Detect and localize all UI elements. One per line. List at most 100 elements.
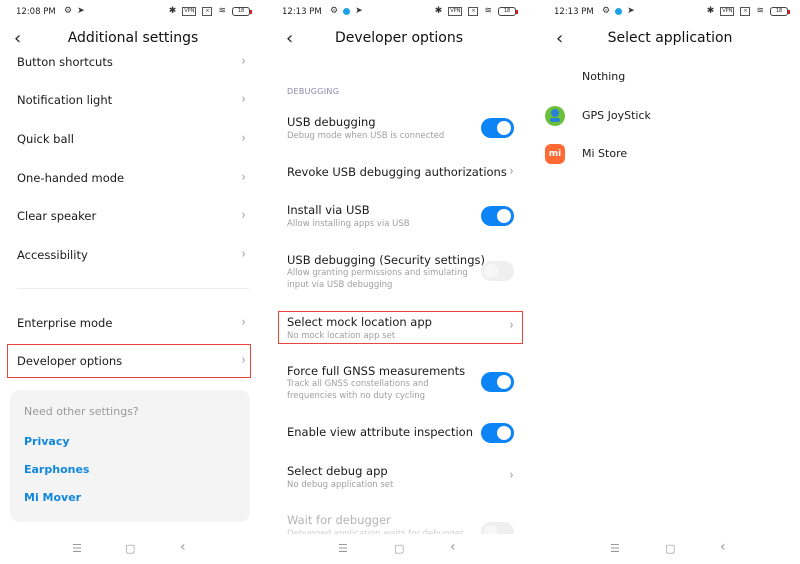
- option-usb-debugging[interactable]: USB debugging Debug mode when USB is con…: [266, 112, 532, 144]
- option-title: Force full GNSS measurements: [287, 364, 466, 378]
- divider: [17, 288, 249, 289]
- wifi-icon: ≋: [756, 6, 764, 16]
- alarm-off-icon: ⚙: [330, 6, 339, 16]
- home-icon[interactable]: ▢: [394, 542, 404, 555]
- menu-item-label: Quick ball: [17, 132, 74, 146]
- bluetooth-icon: ✱: [706, 6, 715, 16]
- option-subtitle: Allow granting permissions and simulatin…: [287, 268, 468, 290]
- nav-bar: ☰ ▢ ‹: [0, 534, 266, 564]
- link-privacy[interactable]: Privacy: [24, 435, 70, 448]
- option-revoke-usb-auth[interactable]: Revoke USB debugging authorizations ›: [266, 162, 532, 184]
- location-arrow-icon: ➤: [627, 6, 635, 16]
- option-subtitle: Track all GNSS constellations and freque…: [287, 379, 429, 401]
- menu-item-label: Clear speaker: [17, 209, 97, 223]
- home-icon[interactable]: ▢: [665, 542, 675, 555]
- nav-bar: ☰ ▢ ‹: [266, 534, 532, 564]
- option-subtitle: No debug application set: [287, 480, 394, 490]
- app-notification-icon: [615, 7, 623, 15]
- gps-joystick-icon: [545, 106, 565, 126]
- toggle-switch[interactable]: [481, 372, 514, 392]
- back-nav-icon[interactable]: ‹: [720, 539, 726, 555]
- toggle-switch[interactable]: [481, 118, 514, 138]
- page-title: Additional settings: [67, 30, 199, 46]
- location-arrow-icon: ➤: [355, 6, 363, 16]
- chevron-right-icon: ›: [509, 164, 514, 179]
- back-nav-icon[interactable]: ‹: [450, 539, 456, 555]
- menu-icon[interactable]: ☰: [72, 542, 82, 555]
- option-title: Enable view attribute inspection: [287, 425, 473, 439]
- menu-item-label: Accessibility: [17, 248, 88, 262]
- nav-bar: ☰ ▢ ‹: [532, 534, 800, 564]
- option-title: Install via USB: [287, 203, 370, 217]
- app-name: Nothing: [582, 70, 626, 83]
- select-application-screen: 12:13 PM ⚙ ➤ ✱ VPN × ≋ 18 ‹ Select appli…: [532, 0, 800, 564]
- app-option-gps-joystick[interactable]: GPS JoyStick: [532, 97, 800, 135]
- menu-item-accessibility[interactable]: Accessibility ›: [0, 245, 266, 267]
- back-nav-icon[interactable]: ‹: [180, 539, 186, 555]
- status-bar: 12:08 PM ⚙ ➤ ✱ VPN × ≋ 18: [0, 0, 266, 24]
- menu-item-clear-speaker[interactable]: Clear speaker ›: [0, 206, 266, 228]
- app-option-mi-store[interactable]: mi Mi Store: [532, 135, 800, 173]
- option-title: Select debug app: [287, 464, 388, 478]
- alarm-off-icon: ⚙: [64, 6, 73, 16]
- alarm-off-icon: ⚙: [602, 6, 611, 16]
- sim-icon: ×: [468, 6, 479, 16]
- highlight-box: [278, 311, 523, 344]
- vpn-icon: VPN: [448, 6, 463, 16]
- option-subtitle: Allow installing apps via USB: [287, 219, 410, 229]
- location-arrow-icon: ➤: [77, 6, 85, 16]
- option-install-via-usb[interactable]: Install via USB Allow installing apps vi…: [266, 200, 532, 232]
- battery-icon: 18: [232, 6, 252, 16]
- page-title: Developer options: [334, 30, 464, 46]
- menu-icon[interactable]: ☰: [338, 542, 348, 555]
- option-force-gnss[interactable]: Force full GNSS measurements Track all G…: [266, 361, 532, 405]
- option-title: Wait for debugger: [287, 513, 391, 527]
- option-select-debug-app[interactable]: Select debug app No debug application se…: [266, 461, 532, 493]
- status-time: 12:13 PM: [554, 7, 594, 17]
- battery-icon: 18: [770, 6, 790, 16]
- sim-icon: ×: [202, 6, 213, 16]
- option-view-attribute-inspection[interactable]: Enable view attribute inspection: [266, 422, 532, 444]
- menu-item-enterprise-mode[interactable]: Enterprise mode ›: [0, 313, 266, 335]
- status-bar: 12:13 PM ⚙ ➤ ✱ VPN × ≋ 18: [532, 0, 800, 24]
- bluetooth-icon: ✱: [434, 6, 443, 16]
- card-hint: Need other settings?: [24, 405, 139, 418]
- menu-item-notification-light[interactable]: Notification light ›: [0, 90, 266, 112]
- home-icon[interactable]: ▢: [125, 542, 135, 555]
- app-option-nothing[interactable]: Nothing: [532, 58, 800, 96]
- mi-store-icon: mi: [545, 144, 565, 164]
- menu-item-quick-ball[interactable]: Quick ball ›: [0, 129, 266, 151]
- chevron-right-icon: ›: [509, 468, 514, 483]
- chevron-right-icon: ›: [241, 170, 246, 185]
- menu-item-label: One-handed mode: [17, 171, 125, 185]
- wifi-icon: ≋: [484, 6, 492, 16]
- bluetooth-icon: ✱: [168, 6, 177, 16]
- toggle-switch[interactable]: [481, 423, 514, 443]
- menu-item-label: Enterprise mode: [17, 316, 113, 330]
- chevron-right-icon: ›: [241, 247, 246, 262]
- app-notification-icon: [343, 7, 351, 15]
- page-title: Select application: [607, 30, 733, 46]
- chevron-right-icon: ›: [241, 54, 246, 69]
- toggle-switch[interactable]: [481, 261, 514, 281]
- toggle-switch[interactable]: [481, 206, 514, 226]
- battery-icon: 18: [498, 6, 518, 16]
- option-usb-debugging-security[interactable]: USB debugging (Security settings) Allow …: [266, 250, 532, 294]
- chevron-right-icon: ›: [241, 208, 246, 223]
- menu-icon[interactable]: ☰: [610, 542, 620, 555]
- highlight-box: [7, 344, 251, 378]
- menu-item-one-handed-mode[interactable]: One-handed mode ›: [0, 168, 266, 190]
- wifi-icon: ≋: [218, 6, 226, 16]
- additional-settings-screen: 12:08 PM ⚙ ➤ ✱ VPN × ≋ 18 ‹ Additional s…: [0, 0, 266, 564]
- link-earphones[interactable]: Earphones: [24, 463, 89, 476]
- menu-item-button-shortcuts[interactable]: Button shortcuts ›: [0, 54, 266, 74]
- option-title: USB debugging (Security settings): [287, 253, 485, 267]
- vpn-icon: VPN: [720, 6, 735, 16]
- vpn-icon: VPN: [182, 6, 197, 16]
- link-mi-mover[interactable]: Mi Mover: [24, 491, 81, 504]
- option-subtitle: Debug mode when USB is connected: [287, 131, 445, 141]
- chevron-right-icon: ›: [241, 92, 246, 107]
- chevron-right-icon: ›: [241, 315, 246, 330]
- developer-options-screen: 12:13 PM ⚙ ➤ ✱ VPN × ≋ 18 ‹ Developer op…: [266, 0, 532, 564]
- menu-item-label: Notification light: [17, 93, 113, 107]
